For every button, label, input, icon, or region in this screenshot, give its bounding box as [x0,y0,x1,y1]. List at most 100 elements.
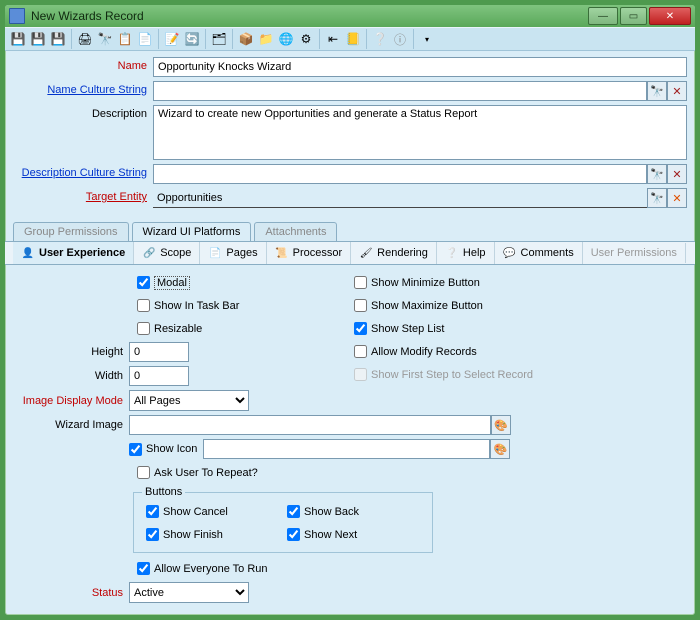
refresh-icon[interactable]: 🔄 [183,30,201,48]
showicon-label: Show Icon [146,443,197,455]
lookup-icon[interactable]: 🔭 [647,164,667,184]
tab-user-experience[interactable]: 👤User Experience [13,242,134,264]
allow-everyone-checkbox[interactable] [137,562,150,575]
lookup-icon[interactable]: 🔭 [647,81,667,101]
packages-icon[interactable]: 📦 [237,30,255,48]
tab-rendering[interactable]: 🖌Rendering [351,242,437,264]
sub-tab-row: 👤User Experience 🔗 Scope 📄Pages 📜Processo… [5,241,695,265]
save-close-icon[interactable]: 💾 [49,30,67,48]
maximize-label: Show Maximize Button [371,300,483,312]
tab-comments[interactable]: 💬Comments [495,242,583,264]
image-mode-select[interactable]: All Pages [129,390,249,411]
modal-checkbox[interactable] [137,276,150,289]
files-icon[interactable]: 📁 [257,30,275,48]
minimize-button[interactable]: — [588,7,618,25]
browse-icon[interactable]: 🎨 [491,415,511,435]
show-finish-checkbox[interactable] [146,528,159,541]
wizard-image-label: Wizard Image [13,419,129,431]
target-entity-input[interactable] [153,188,647,208]
show-next-label: Show Next [304,529,357,541]
detail-panel: Modal Show In Task Bar Resizable Height … [5,265,695,615]
browse-icon[interactable]: 🎨 [490,439,510,459]
maximize-checkbox[interactable] [354,299,367,312]
modify-checkbox[interactable] [354,345,367,358]
comments-icon: 💬 [503,246,517,260]
desc-culture-input[interactable] [153,164,647,184]
minimize-checkbox[interactable] [354,276,367,289]
info-icon[interactable]: ⓘ [391,30,409,48]
tab-pages[interactable]: 📄Pages [200,242,266,264]
copy-icon[interactable]: 📋 [116,30,134,48]
clear-icon[interactable]: ✕ [667,164,687,184]
resizable-checkbox[interactable] [137,322,150,335]
width-input[interactable] [129,366,189,386]
description-input[interactable]: Wizard to create new Opportunities and g… [153,105,687,160]
gear-icon[interactable]: ⚙ [297,30,315,48]
separator [366,29,367,49]
print-icon[interactable]: 🖨 [76,30,94,48]
steplist-label: Show Step List [371,323,444,335]
target-entity-label[interactable]: Target Entity [13,188,153,203]
desc-culture-label[interactable]: Description Culture String [13,164,153,179]
separator [319,29,320,49]
tab-scope[interactable]: 🔗 Scope [134,242,200,264]
clear-icon[interactable]: ✕ [667,188,687,208]
tab-processor[interactable]: 📜Processor [267,242,352,264]
name-culture-input[interactable] [153,81,647,101]
maximize-button[interactable]: ▭ [620,7,647,25]
globe-icon[interactable]: 🌐 [277,30,295,48]
show-cancel-label: Show Cancel [163,506,228,518]
lookup-icon[interactable]: 🔭 [647,188,667,208]
tab-attachments[interactable]: Attachments [254,222,337,241]
tab-help[interactable]: ❔ Help [437,242,495,264]
firststep-checkbox [354,368,367,381]
tab-label: Help [463,247,486,259]
save-icon[interactable]: 💾 [9,30,27,48]
help-icon: ❔ [445,246,459,260]
help-icon[interactable]: ❔ [371,30,389,48]
name-input[interactable] [153,57,687,77]
show-back-checkbox[interactable] [287,505,300,518]
status-select[interactable]: Active [129,582,249,603]
titlebar: New Wizards Record — ▭ ✕ [5,5,695,27]
wizard-image-input[interactable] [129,415,491,435]
show-cancel-checkbox[interactable] [146,505,159,518]
document-icon[interactable]: 📄 [136,30,154,48]
resizable-label: Resizable [154,323,202,335]
tab-user-permissions[interactable]: User Permissions [583,243,686,263]
tab-group-permissions[interactable]: Group Permissions [13,222,129,241]
tab-label: Pages [226,247,257,259]
back-icon[interactable]: ⇤ [324,30,342,48]
taskbar-label: Show In Task Bar [154,300,239,312]
icon-path-input[interactable] [203,439,490,459]
height-input[interactable] [129,342,189,362]
width-label: Width [13,370,129,382]
steplist-checkbox[interactable] [354,322,367,335]
tab-label: Processor [293,247,343,259]
binoculars-icon[interactable]: 🔭 [96,30,114,48]
repeat-checkbox[interactable] [137,466,150,479]
modify-label: Allow Modify Records [371,346,477,358]
tab-label: Scope [160,247,191,259]
scope-icon: 🔗 [142,246,156,260]
name-culture-label[interactable]: Name Culture String [13,81,153,96]
notes-icon[interactable]: 📒 [344,30,362,48]
close-button[interactable]: ✕ [649,7,691,25]
tab-wizard-ui-platforms[interactable]: Wizard UI Platforms [132,222,252,241]
dropdown-icon[interactable]: ▾ [418,30,436,48]
show-next-checkbox[interactable] [287,528,300,541]
toolbar: 💾 💾 💾 🖨 🔭 📋 📄 📝 🔄 🗂 📦 📁 🌐 ⚙ ⇤ 📒 ❔ ⓘ ▾ [5,27,695,51]
clear-icon[interactable]: ✕ [667,81,687,101]
tab-label: Rendering [377,247,428,259]
showicon-checkbox[interactable] [129,443,142,456]
minimize-label: Show Minimize Button [371,277,480,289]
records-icon[interactable]: 🗂 [210,30,228,48]
name-label: Name [13,57,153,72]
new-doc-icon[interactable]: 📝 [163,30,181,48]
separator [232,29,233,49]
tab-label: User Experience [39,247,125,259]
taskbar-checkbox[interactable] [137,299,150,312]
separator [158,29,159,49]
window-buttons: — ▭ ✕ [588,7,691,25]
save-new-icon[interactable]: 💾 [29,30,47,48]
